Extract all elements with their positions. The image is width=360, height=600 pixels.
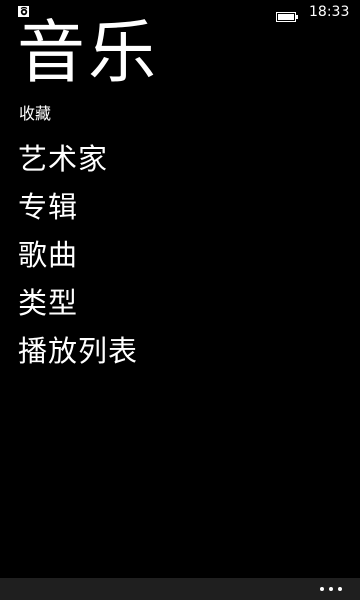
- menu-item-albums[interactable]: 专辑: [18, 188, 138, 236]
- menu-item-playlists[interactable]: 播放列表: [18, 332, 138, 380]
- battery-full-icon: [276, 7, 298, 22]
- menu-item-artists[interactable]: 艺术家: [18, 140, 138, 188]
- menu-item-genres[interactable]: 类型: [18, 284, 138, 332]
- app-title: 音乐: [17, 14, 160, 93]
- menu-item-songs[interactable]: 歌曲: [18, 236, 138, 284]
- status-time: 18:33: [309, 4, 350, 20]
- dot: [338, 587, 342, 591]
- music-menu: 艺术家 专辑 歌曲 类型 播放列表: [18, 140, 138, 380]
- dot: [329, 587, 333, 591]
- section-header: 收藏: [19, 104, 52, 123]
- more-options-icon[interactable]: [320, 578, 344, 600]
- dot: [320, 587, 324, 591]
- app-bar: [0, 578, 360, 600]
